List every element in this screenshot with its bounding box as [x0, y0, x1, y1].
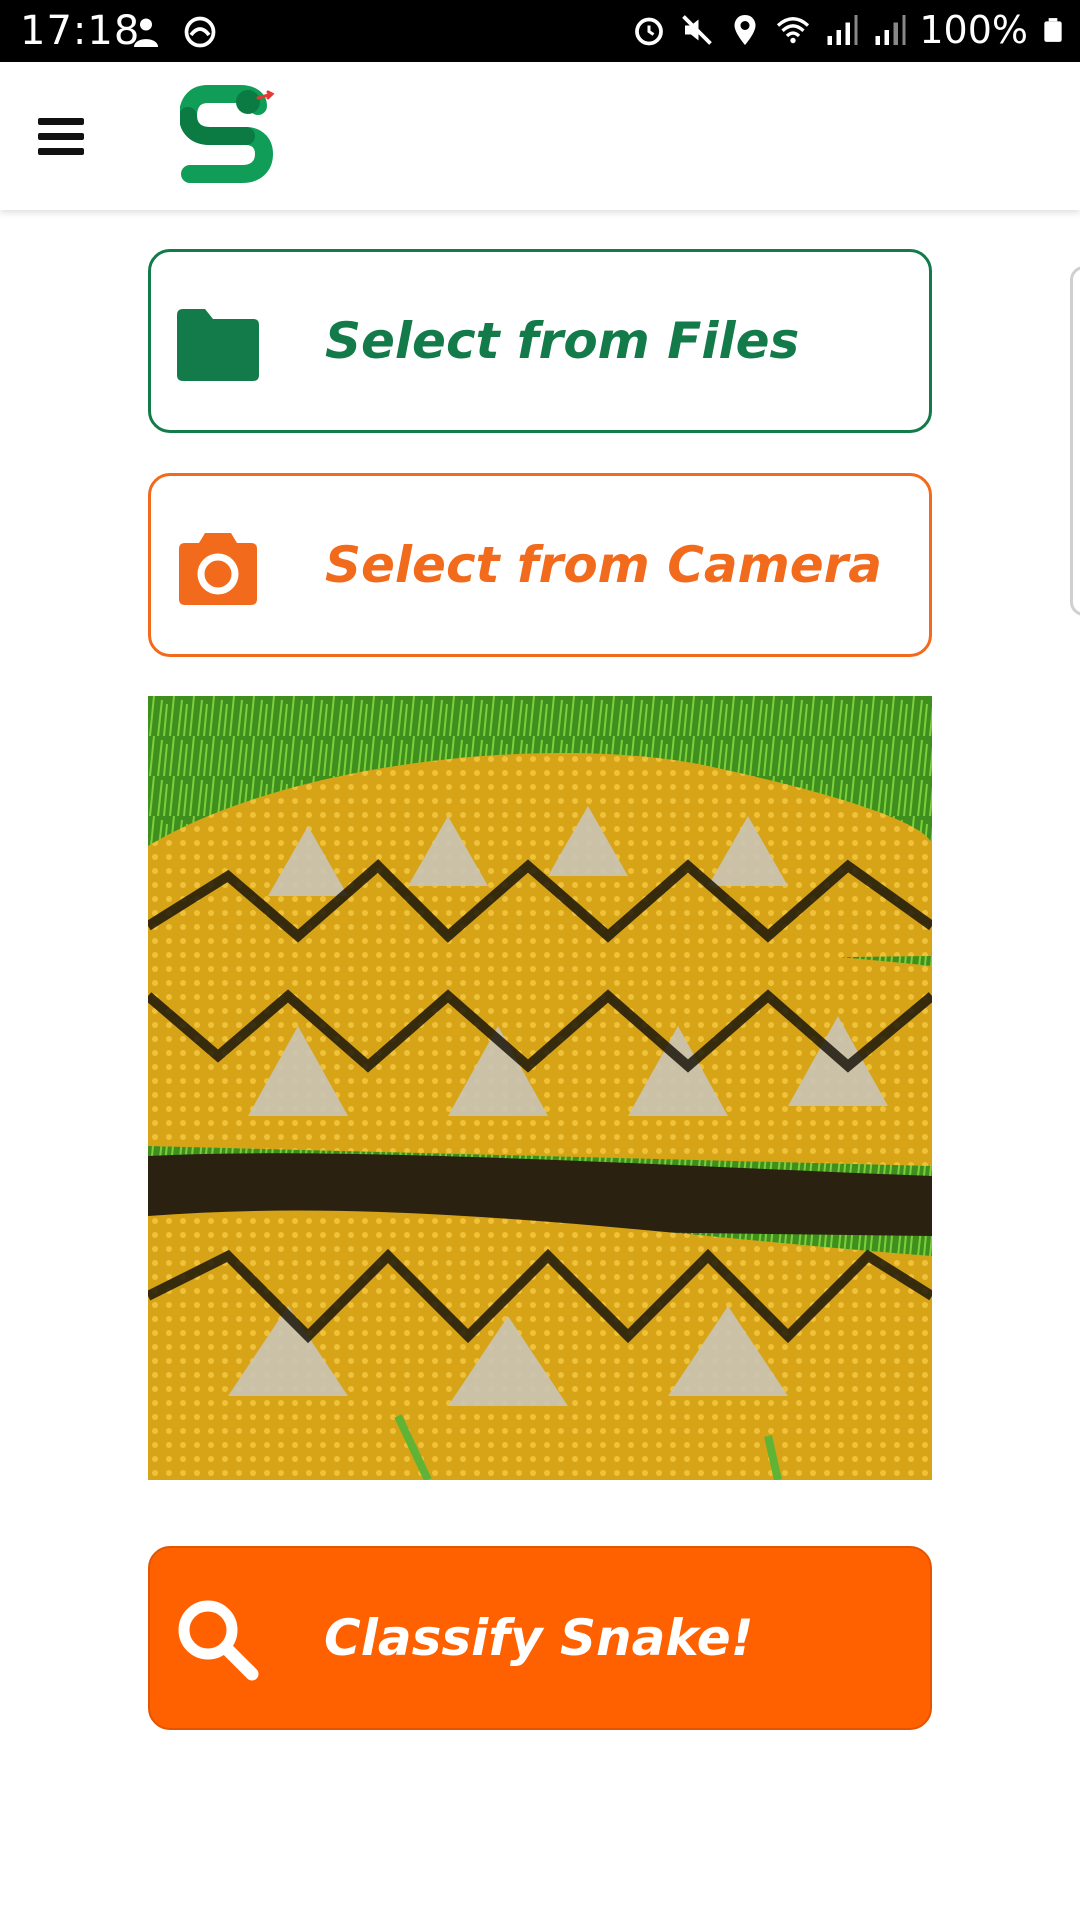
person-notification-icon — [134, 18, 158, 47]
battery-percentage: 100% — [919, 8, 1028, 52]
select-from-files-button[interactable]: Select from Files — [148, 249, 932, 433]
classify-snake-button[interactable]: Classify Snake! — [148, 1546, 932, 1730]
snake-s-logo-icon — [180, 85, 275, 183]
snake-photo — [148, 696, 932, 1480]
status-time: 17:18 — [20, 8, 141, 54]
edge-panel-handle[interactable] — [1070, 266, 1080, 616]
hamburger-menu-icon[interactable] — [28, 106, 96, 166]
app-bar — [0, 62, 1080, 210]
status-right-icons: 100% — [631, 8, 1066, 52]
location-icon — [734, 15, 756, 45]
signal-icon — [827, 15, 858, 45]
alarm-icon — [635, 17, 664, 46]
app-screen: 17:18 100% Select from Files Select from… — [0, 0, 1080, 1920]
classify-snake-label: Classify Snake! — [324, 1609, 754, 1667]
folder-icon — [177, 309, 259, 381]
battery-icon — [1044, 18, 1062, 42]
select-from-camera-label: Select from Camera — [325, 536, 883, 594]
search-icon — [178, 1600, 259, 1681]
circle-app-icon — [184, 16, 216, 48]
signal-icon — [875, 15, 906, 45]
select-from-camera-button[interactable]: Select from Camera — [148, 473, 932, 657]
status-left-icons — [128, 14, 218, 50]
mute-icon — [682, 15, 713, 45]
camera-icon — [179, 533, 257, 605]
status-bar: 17:18 100% — [0, 0, 1080, 62]
select-from-files-label: Select from Files — [325, 312, 800, 370]
wifi-icon — [777, 17, 810, 44]
